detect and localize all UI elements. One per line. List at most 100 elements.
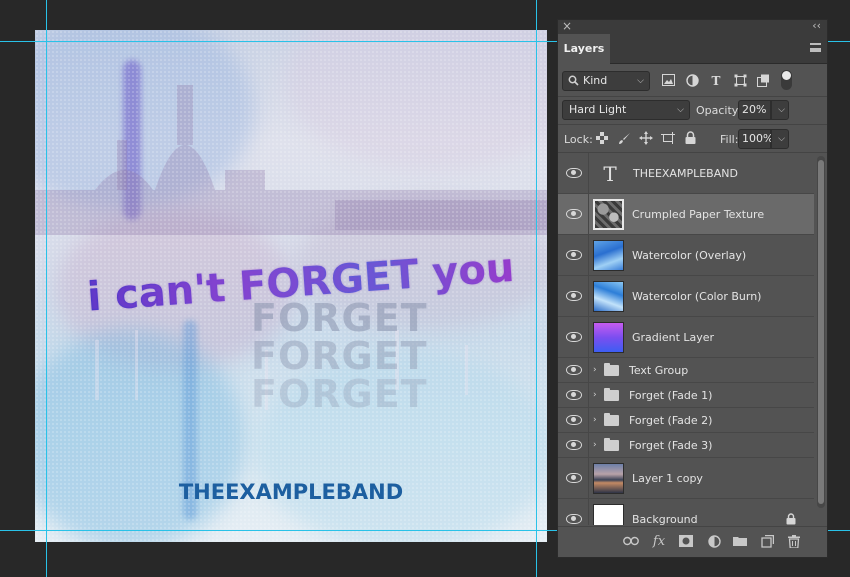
visibility-eye-icon[interactable]: [566, 415, 582, 425]
panel-titlebar: × ‹‹: [558, 19, 827, 34]
trash-icon[interactable]: [786, 535, 802, 549]
folder-icon: [604, 413, 619, 426]
tab-layers[interactable]: Layers: [558, 34, 610, 64]
layer-list: T THEEXAMPLEBAND Crumpled Paper Texture …: [558, 153, 814, 525]
expand-caret-icon[interactable]: ›: [593, 390, 597, 400]
fill-dropdown[interactable]: ⌵: [771, 129, 789, 149]
new-group-icon[interactable]: [732, 535, 748, 549]
visibility-eye-icon[interactable]: [566, 365, 582, 375]
layer-group-row[interactable]: › Text Group: [558, 358, 814, 383]
visibility-eye-icon[interactable]: [566, 473, 582, 483]
fill-input[interactable]: 100%: [738, 129, 773, 149]
lock-artboard-icon[interactable]: [661, 132, 675, 146]
expand-caret-icon[interactable]: ›: [593, 440, 597, 450]
expand-caret-icon[interactable]: ›: [593, 415, 597, 425]
link-layers-icon[interactable]: [623, 535, 639, 549]
chevron-down-icon: ⌵: [637, 76, 644, 86]
filter-smartobject-icon[interactable]: [756, 74, 770, 88]
chevron-down-icon: ⌵: [778, 105, 785, 115]
expand-caret-icon[interactable]: ›: [593, 365, 597, 375]
lock-icon: [786, 513, 796, 525]
opacity-input[interactable]: 20%: [738, 100, 771, 120]
lock-row: Lock: Fill: 100% ⌵: [558, 125, 827, 152]
chevron-down-icon: ⌵: [778, 134, 785, 144]
layers-scrollbar[interactable]: [817, 156, 825, 508]
filter-kind-label: Kind: [583, 74, 608, 87]
panel-tabbar: Layers: [558, 34, 827, 64]
folder-icon: [604, 388, 619, 401]
fx-icon[interactable]: fx: [651, 535, 667, 549]
layer-thumbnail: [593, 199, 624, 230]
panel-menu-icon[interactable]: [810, 43, 821, 52]
fill-label: Fill:: [720, 133, 739, 146]
lock-move-icon[interactable]: [639, 131, 653, 145]
layer-name: Watercolor (Color Burn): [632, 290, 762, 303]
document-canvas[interactable]: FORGET FORGET FORGET i can't FORGET you …: [35, 30, 547, 542]
visibility-eye-icon[interactable]: [566, 250, 582, 260]
layer-row[interactable]: Gradient Layer: [558, 317, 814, 358]
add-mask-icon[interactable]: [678, 535, 694, 549]
visibility-eye-icon[interactable]: [566, 390, 582, 400]
layer-name: Forget (Fade 2): [629, 414, 713, 427]
visibility-eye-icon[interactable]: [566, 440, 582, 450]
layer-name: Gradient Layer: [632, 331, 715, 344]
layer-name: Watercolor (Overlay): [632, 249, 747, 262]
new-layer-icon[interactable]: [759, 534, 775, 549]
layer-thumbnail: [593, 322, 624, 353]
visibility-eye-icon[interactable]: [566, 168, 582, 178]
layer-row[interactable]: Watercolor (Color Burn): [558, 276, 814, 317]
blend-row: Hard Light ⌵ Opacity: 20% ⌵: [558, 97, 827, 123]
opacity-label: Opacity:: [696, 104, 742, 117]
layer-name: THEEXAMPLEBAND: [633, 167, 738, 180]
filter-shape-icon[interactable]: [733, 74, 747, 88]
visibility-eye-icon[interactable]: [566, 514, 582, 524]
photoshop-workspace: FORGET FORGET FORGET i can't FORGET you …: [0, 0, 850, 577]
visibility-eye-icon[interactable]: [566, 291, 582, 301]
layer-group-row[interactable]: › Forget (Fade 1): [558, 383, 814, 408]
layers-footer: fx: [558, 526, 827, 557]
blend-mode-value: Hard Light: [569, 103, 627, 116]
layer-row[interactable]: Layer 1 copy: [558, 458, 814, 499]
filter-pixel-icon[interactable]: [661, 74, 675, 88]
filter-row: Kind ⌵ T: [558, 69, 827, 95]
fade-word-3: FORGET: [251, 372, 428, 416]
filter-type-icon[interactable]: T: [709, 74, 723, 88]
visibility-eye-icon[interactable]: [566, 332, 582, 342]
visibility-eye-icon[interactable]: [566, 209, 582, 219]
collapse-icon[interactable]: ‹‹: [812, 19, 821, 32]
close-icon[interactable]: ×: [562, 19, 572, 33]
layer-group-row[interactable]: › Forget (Fade 2): [558, 408, 814, 433]
lock-transparent-icon[interactable]: [595, 132, 609, 146]
folder-icon: [604, 363, 619, 376]
layer-name: Forget (Fade 3): [629, 439, 713, 452]
layer-name: Crumpled Paper Texture: [632, 208, 765, 221]
guide-vertical[interactable]: [46, 0, 47, 577]
scrollbar-thumb[interactable]: [818, 160, 824, 504]
lock-all-icon[interactable]: [683, 131, 697, 145]
lock-label: Lock:: [564, 133, 593, 146]
layer-name: Layer 1 copy: [632, 472, 703, 485]
chevron-down-icon: ⌵: [677, 105, 684, 115]
layer-name: Forget (Fade 1): [629, 389, 713, 402]
layer-name: Background: [632, 513, 698, 525]
layer-thumbnail: [593, 463, 624, 494]
layer-row[interactable]: Background: [558, 499, 814, 525]
search-icon: [568, 75, 579, 86]
layer-row-selected[interactable]: Crumpled Paper Texture: [558, 194, 814, 235]
layer-group-row[interactable]: › Forget (Fade 3): [558, 433, 814, 458]
filter-kind-select[interactable]: Kind ⌵: [562, 71, 650, 91]
filter-adjustment-icon[interactable]: [685, 74, 699, 88]
filter-toggle[interactable]: [781, 70, 792, 90]
folder-icon: [604, 438, 619, 451]
layers-panel: × ‹‹ Layers Kind ⌵ T Hard Light ⌵ Opacit…: [557, 19, 828, 558]
layer-thumbnail: [593, 504, 624, 525]
layer-row[interactable]: T THEEXAMPLEBAND: [558, 153, 814, 194]
blend-mode-select[interactable]: Hard Light ⌵: [562, 100, 690, 120]
lock-brush-icon[interactable]: [617, 132, 631, 146]
text-layer-icon: T: [603, 162, 617, 186]
guide-vertical[interactable]: [536, 0, 537, 577]
layer-row[interactable]: Watercolor (Overlay): [558, 235, 814, 276]
opacity-dropdown[interactable]: ⌵: [771, 100, 789, 120]
layer-thumbnail: [593, 240, 624, 271]
adjustment-layer-icon[interactable]: [706, 535, 722, 549]
